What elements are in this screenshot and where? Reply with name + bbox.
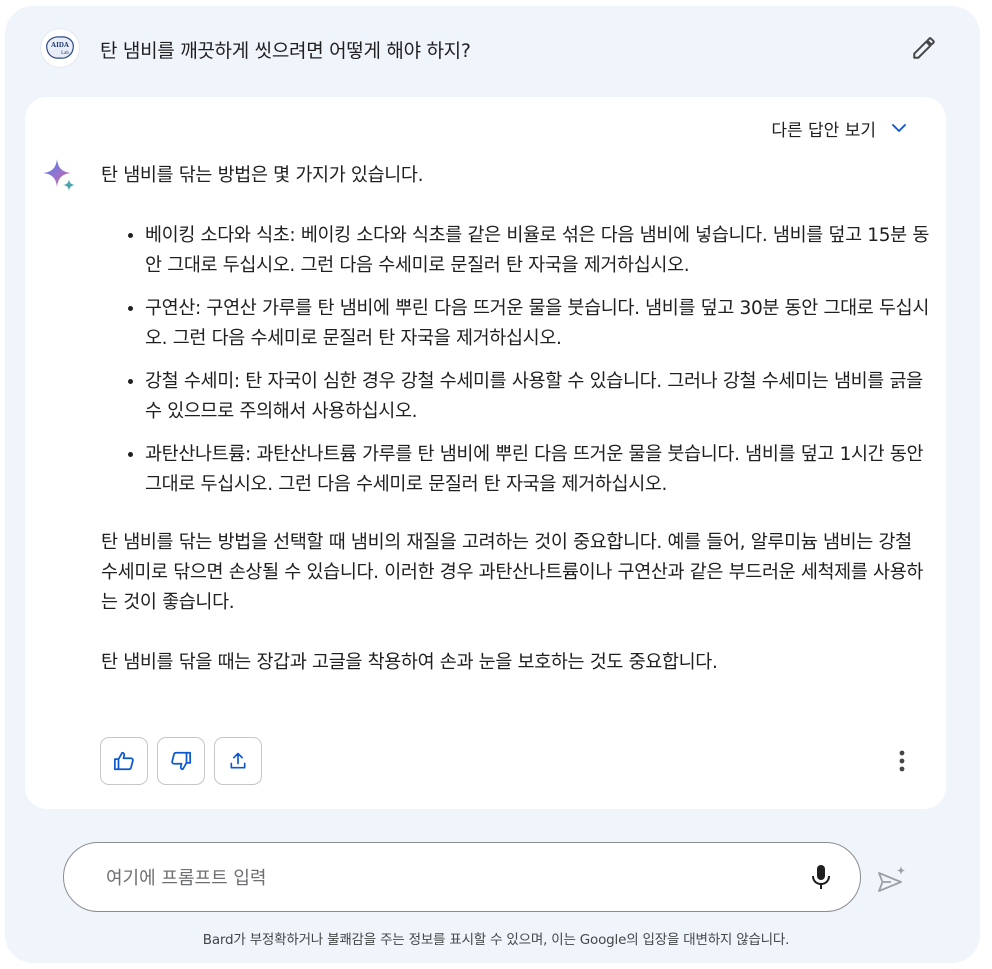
list-item: 과탄산나트륨: 과탄산나트륨 가루를 탄 냄비에 뿌린 다음 뜨거운 물을 붓습… xyxy=(145,440,931,500)
bard-sparkle-icon xyxy=(43,159,75,191)
pencil-icon xyxy=(913,37,935,59)
other-answers-toggle[interactable]: 다른 답안 보기 xyxy=(771,115,908,141)
send-sparkle-icon xyxy=(878,866,906,892)
prompt-input[interactable] xyxy=(104,861,788,895)
microphone-icon xyxy=(812,865,830,889)
more-options-button[interactable] xyxy=(886,745,918,777)
chevron-down-icon xyxy=(892,124,906,132)
edit-prompt-button[interactable] xyxy=(908,32,940,64)
user-prompt-text: 탄 냄비를 깨끗하게 씻으려면 어떻게 해야 하지? xyxy=(100,40,471,62)
thumbs-up-icon xyxy=(113,751,134,771)
list-item: 베이킹 소다와 식초: 베이킹 소다와 식초를 같은 비율로 섞은 다음 냄비에… xyxy=(145,221,931,281)
list-item: 구연산: 구연산 가루를 탄 냄비에 뿌린 다음 뜨거운 물을 붓습니다. 냄비… xyxy=(145,294,931,354)
microphone-button[interactable] xyxy=(806,862,836,892)
share-upload-icon xyxy=(230,752,246,769)
response-actions xyxy=(100,737,262,785)
share-button[interactable] xyxy=(214,737,262,785)
response-body: 탄 냄비를 닦는 방법은 몇 가지가 있습니다. 베이킹 소다와 식초: 베이킹… xyxy=(101,161,931,678)
response-paragraph-safety: 탄 냄비를 닦을 때는 장갑과 고글을 착용하여 손과 눈을 보호하는 것도 중… xyxy=(101,652,718,673)
send-button[interactable] xyxy=(874,862,910,896)
thumbs-up-button[interactable] xyxy=(100,737,148,785)
thumbs-down-icon xyxy=(171,751,192,771)
disclaimer-text: Bard가 부정확하거나 불쾌감을 주는 정보를 표시할 수 있으며, 이는 G… xyxy=(202,932,790,948)
more-vertical-icon xyxy=(899,750,905,772)
thumbs-down-button[interactable] xyxy=(157,737,205,785)
methods-list: 베이킹 소다와 식초: 베이킹 소다와 식초를 같은 비율로 섞은 다음 냄비에… xyxy=(101,221,931,500)
prompt-input-box xyxy=(63,842,861,912)
aida-lab-logo: AIDA Lab xyxy=(46,36,74,59)
other-answers-label: 다른 답안 보기 xyxy=(771,120,876,141)
svg-text:Lab: Lab xyxy=(61,51,69,56)
list-item: 강철 수세미: 탄 자국이 심한 경우 강철 수세미를 사용할 수 있습니다. … xyxy=(145,367,931,427)
response-card: 다른 답안 보기 탄 냄비를 닦는 방법은 몇 가지가 있습니다. 베이킹 소다… xyxy=(25,97,946,809)
user-prompt-row: AIDA Lab 탄 냄비를 깨끗하게 씻으려면 어떻게 해야 하지? xyxy=(40,28,940,68)
response-paragraph-material: 탄 냄비를 닦는 방법을 선택할 때 냄비의 재질을 고려하는 것이 중요합니다… xyxy=(101,532,924,613)
svg-text:AIDA: AIDA xyxy=(51,41,69,49)
user-avatar: AIDA Lab xyxy=(40,28,80,68)
response-intro: 탄 냄비를 닦는 방법은 몇 가지가 있습니다. xyxy=(101,165,424,186)
